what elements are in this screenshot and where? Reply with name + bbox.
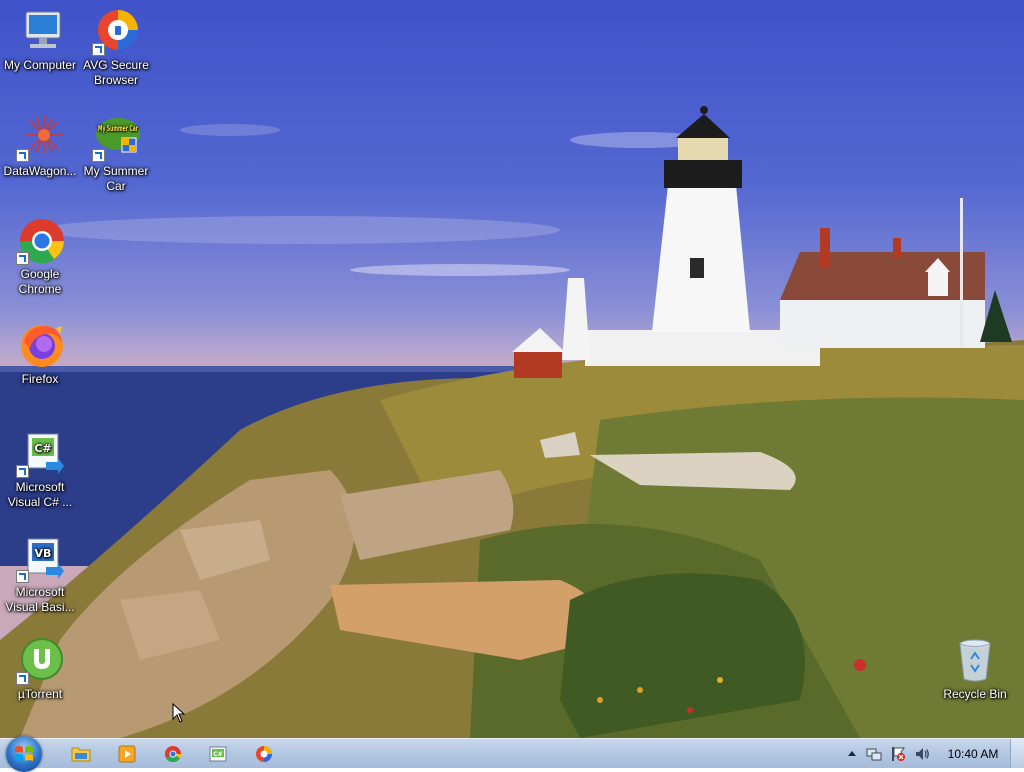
- start-button[interactable]: [6, 736, 42, 772]
- desktop-icon-my-summer-car[interactable]: My Summer Car My Summer Car: [76, 114, 156, 194]
- network-icon[interactable]: [866, 746, 882, 762]
- shortcut-arrow-icon: [16, 149, 29, 162]
- shortcut-arrow-icon: [92, 149, 105, 162]
- desktop-icon-visual-csharp[interactable]: C# Microsoft Visual C# ...: [0, 430, 80, 510]
- avg-browser-icon: [92, 8, 140, 56]
- desktop-icon-utorrent[interactable]: µTorrent: [0, 637, 80, 702]
- media-player-icon: [118, 745, 136, 763]
- desktop-icon-label: My Computer: [3, 58, 77, 72]
- recycle-bin-icon: [951, 637, 999, 685]
- mouse-cursor-icon: [172, 703, 186, 723]
- firefox-icon: [16, 322, 64, 370]
- taskbar: C# 10:40 AM: [0, 736, 1024, 772]
- desktop-icon-label: My Summer Car: [83, 164, 149, 193]
- csharp-badge-text: C#: [34, 442, 51, 455]
- chrome-icon: [16, 217, 64, 265]
- windows-logo-icon: [15, 746, 33, 761]
- taskbar-visual-csharp[interactable]: C#: [201, 742, 235, 766]
- desktop-icon-datawagon[interactable]: DataWagon...: [0, 114, 80, 179]
- computer-icon: [16, 8, 64, 56]
- shortcut-arrow-icon: [16, 465, 29, 478]
- taskbar-clock[interactable]: 10:40 AM: [940, 747, 1006, 761]
- desktop-icon-firefox[interactable]: Firefox: [0, 322, 80, 387]
- desktop-icon-avg-secure-browser[interactable]: AVG Secure Browser: [76, 8, 156, 88]
- desktop-icon-label: DataWagon...: [3, 164, 77, 178]
- shortcut-arrow-icon: [16, 672, 29, 685]
- datawagon-icon: [16, 114, 64, 162]
- utorrent-icon: [16, 637, 64, 685]
- desktop-icon-label: AVG Secure Browser: [83, 58, 149, 87]
- taskbar-avg-browser[interactable]: [247, 742, 281, 766]
- visual-csharp-icon: C#: [16, 430, 64, 478]
- avg-browser-icon: [256, 746, 272, 762]
- my-summer-car-icon: My Summer Car: [92, 114, 140, 162]
- csharp-badge-text: C#: [213, 751, 222, 758]
- taskbar-chrome[interactable]: [156, 742, 190, 766]
- vb-badge-text: VB: [35, 547, 52, 560]
- show-desktop-button[interactable]: [1010, 739, 1024, 768]
- shortcut-arrow-icon: [92, 43, 105, 56]
- shortcut-arrow-icon: [16, 570, 29, 583]
- taskbar-media-player[interactable]: [110, 742, 144, 766]
- volume-speaker-icon[interactable]: [914, 746, 930, 762]
- show-hidden-icons-chevron-up-icon[interactable]: [844, 746, 860, 762]
- desktop-icon-label: Google Chrome: [18, 267, 62, 296]
- visual-basic-icon: VB: [16, 535, 64, 583]
- desktop-icon-label: Recycle Bin: [943, 687, 1007, 701]
- desktop-icon-label: Firefox: [21, 372, 59, 386]
- desktop-icon-recycle-bin[interactable]: Recycle Bin: [935, 637, 1015, 702]
- shortcut-arrow-icon: [16, 252, 29, 265]
- desktop-wallpaper: [0, 0, 1024, 738]
- desktop-icon-google-chrome[interactable]: Google Chrome: [0, 217, 80, 297]
- desktop-icon-label: µTorrent: [17, 687, 63, 701]
- summer-logo-text: My Summer Car: [98, 124, 138, 133]
- desktop-icon-my-computer[interactable]: My Computer: [0, 8, 80, 73]
- visual-csharp-icon: C#: [209, 746, 227, 762]
- desktop-icon-label: Microsoft Visual Basi...: [5, 585, 75, 614]
- action-center-flag-icon[interactable]: [890, 746, 906, 762]
- desktop-icon-label: Microsoft Visual C# ...: [7, 480, 73, 509]
- file-explorer-icon: [71, 747, 91, 762]
- taskbar-file-explorer[interactable]: [64, 742, 98, 766]
- chrome-icon: [165, 746, 182, 763]
- desktop-icon-visual-basic[interactable]: VB Microsoft Visual Basi...: [0, 535, 80, 615]
- lighthouse-scene: [0, 106, 1024, 738]
